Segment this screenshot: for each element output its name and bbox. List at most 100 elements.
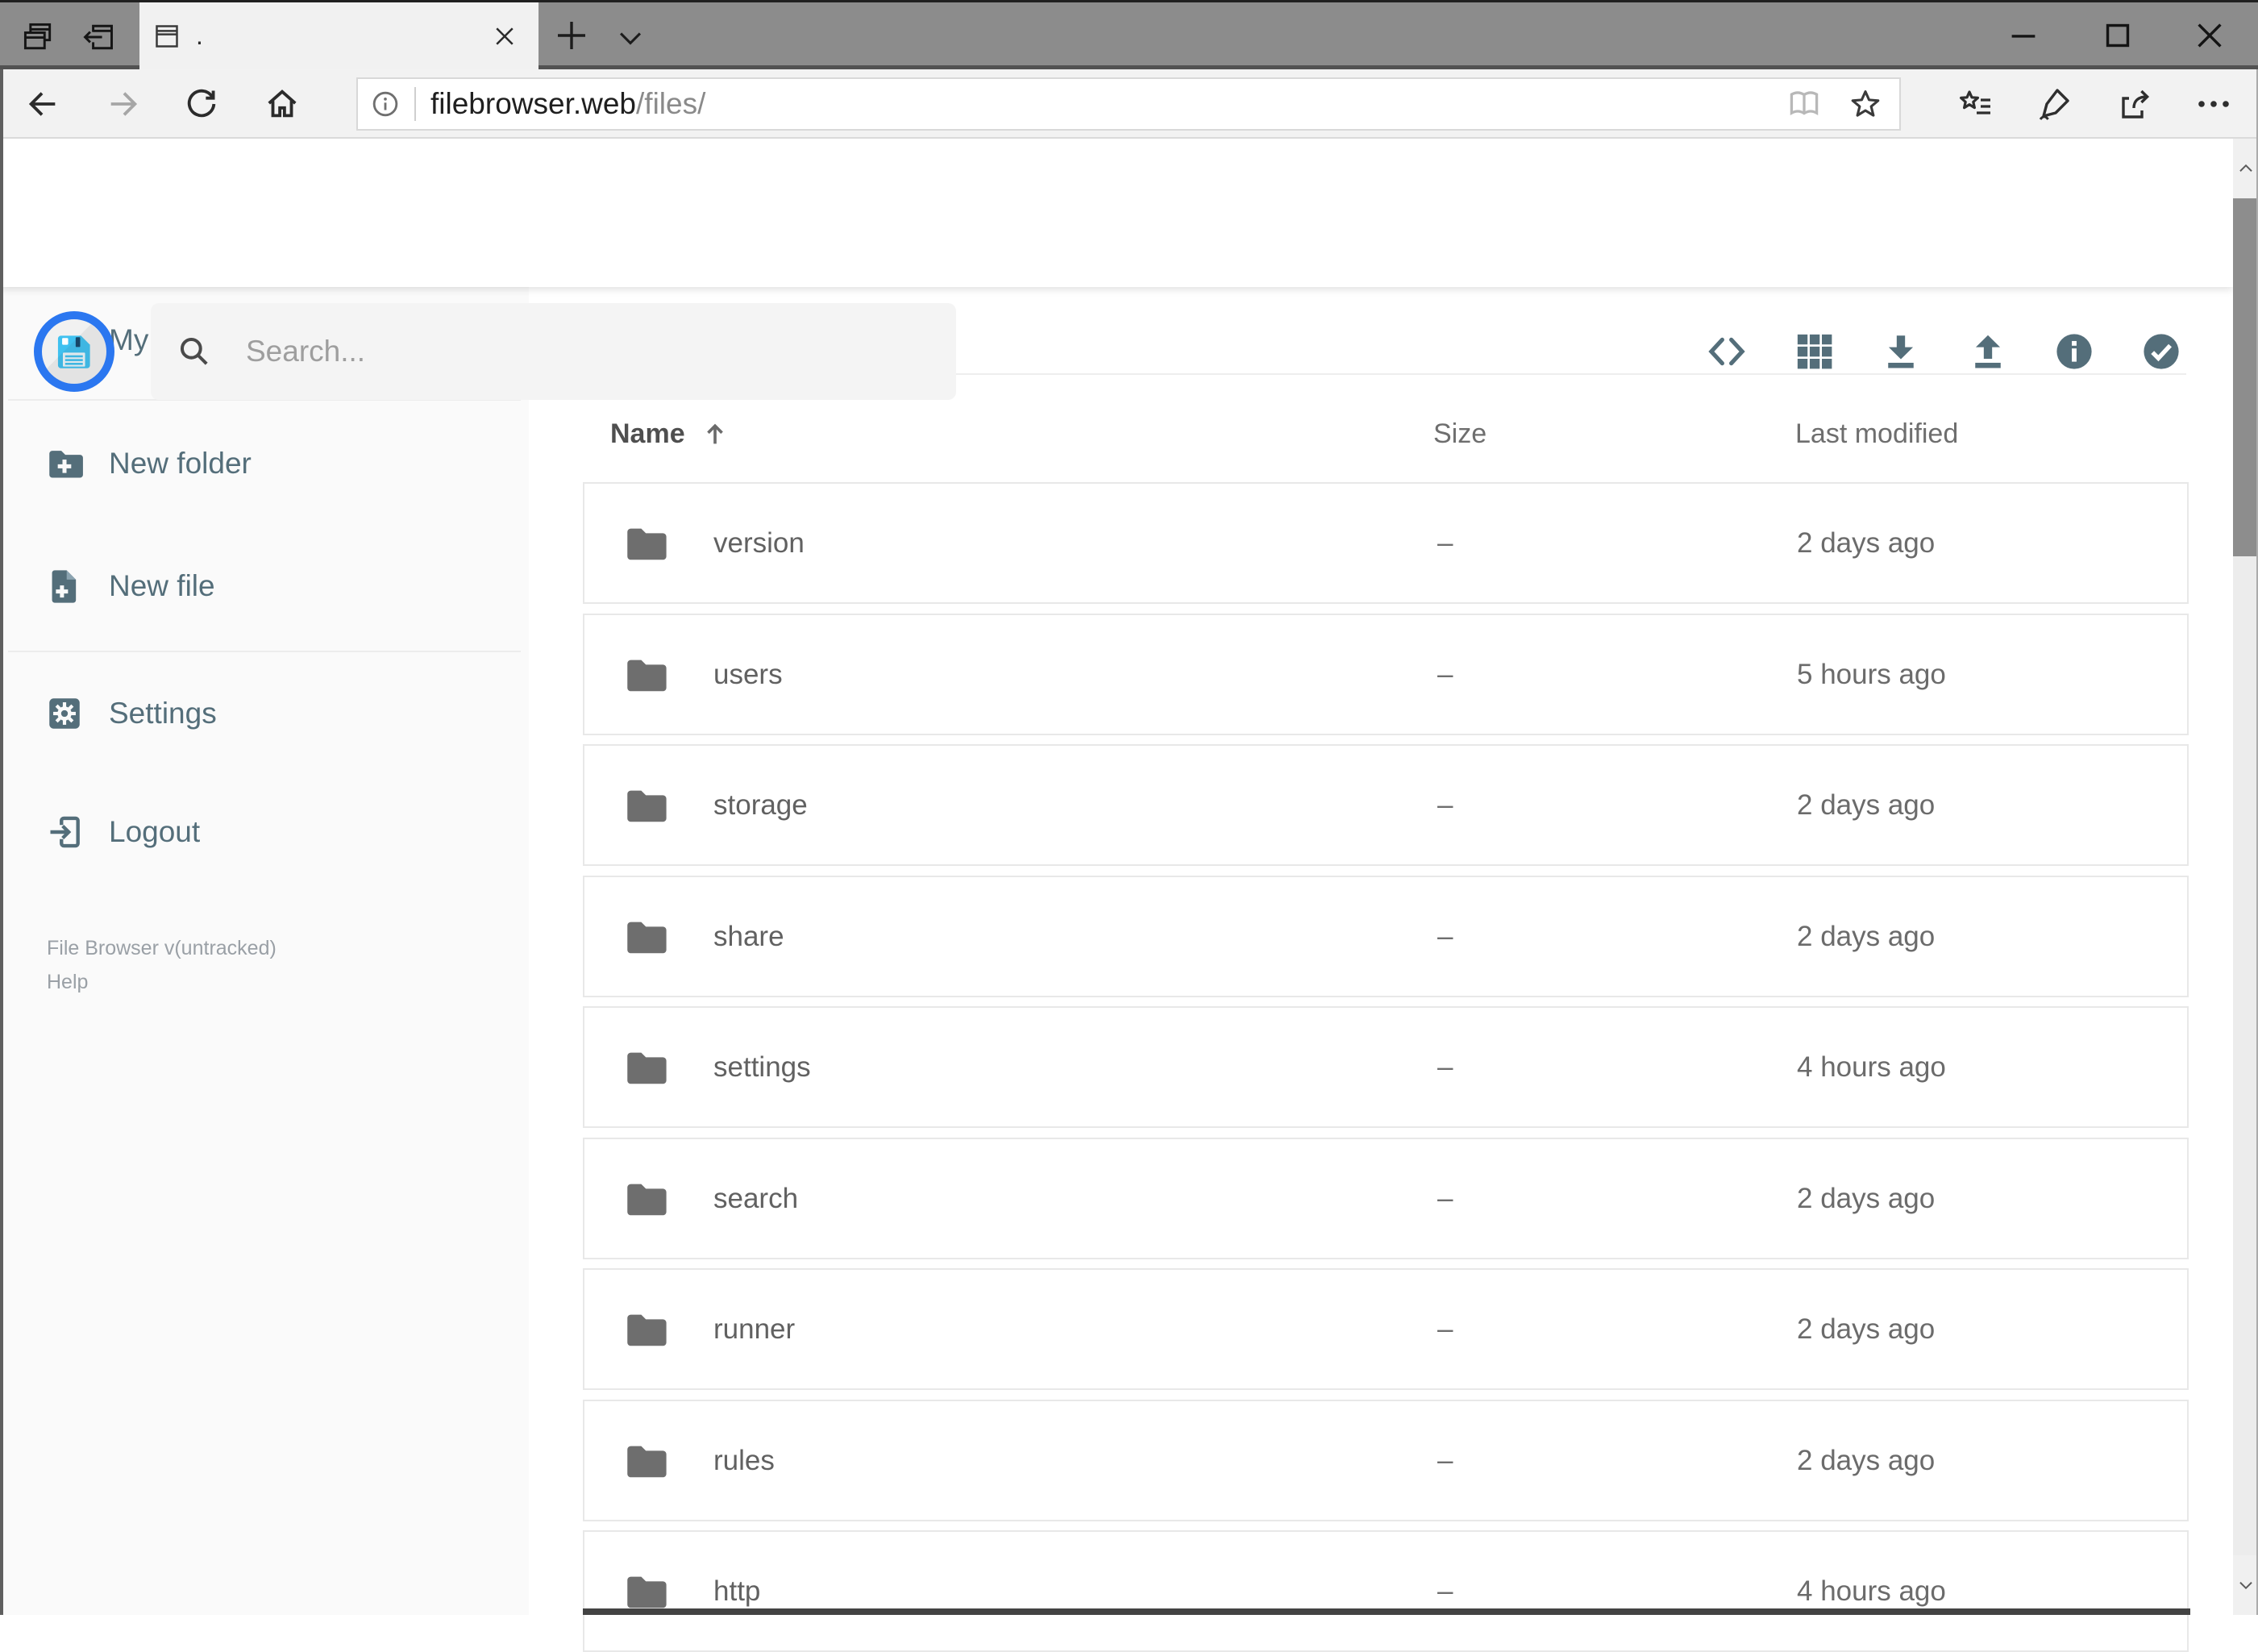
search-input[interactable] [151, 303, 956, 400]
home-icon[interactable] [264, 85, 301, 123]
table-row[interactable]: users – 5 hours ago [583, 614, 2189, 735]
help-link[interactable]: Help [47, 971, 88, 994]
app-version-text: File Browser v(untracked) [47, 937, 277, 959]
folder-icon [618, 651, 672, 698]
hub-favorites-icon[interactable] [1957, 85, 1995, 123]
file-size: – [1437, 526, 1453, 559]
favorite-star-icon[interactable] [1848, 86, 1883, 122]
back-icon[interactable] [24, 85, 61, 123]
more-options-icon[interactable] [2194, 85, 2233, 123]
table-row[interactable]: version – 2 days ago [583, 482, 2189, 604]
column-name-label: Name [610, 418, 685, 449]
folder-icon [618, 1176, 672, 1222]
bottom-edge-strip [583, 1608, 2190, 1615]
tab-preview-icon[interactable] [20, 19, 56, 55]
file-name: share [713, 920, 784, 952]
table-row[interactable]: rules – 2 days ago [583, 1400, 2189, 1521]
table-row[interactable]: share – 2 days ago [583, 876, 2189, 997]
window-minimize-button[interactable] [2005, 17, 2042, 54]
file-name: http [713, 1575, 761, 1607]
raw-code-icon[interactable] [1705, 330, 1749, 373]
grid-view-icon[interactable] [1793, 330, 1836, 373]
table-row[interactable]: settings – 4 hours ago [583, 1006, 2189, 1128]
table-row[interactable]: http – 4 hours ago [583, 1530, 2189, 1652]
file-modified: 2 days ago [1797, 1182, 1936, 1214]
floppy-disk-icon [57, 335, 90, 368]
url-text: filebrowser.web/files/ [430, 87, 705, 121]
file-modified: 4 hours ago [1797, 1051, 1946, 1083]
file-modified: 2 days ago [1797, 1313, 1936, 1345]
reading-view-icon[interactable] [1786, 86, 1822, 122]
app-header [0, 139, 2233, 400]
folder-icon [618, 1438, 672, 1484]
sidebar: My files New folder New file Settings Lo… [0, 287, 529, 1615]
refresh-icon[interactable] [183, 85, 220, 123]
file-name: users [713, 658, 783, 690]
folder-icon [618, 1044, 672, 1091]
folder-icon [618, 1568, 672, 1615]
sidebar-item-new-file[interactable]: New file [0, 556, 529, 616]
file-size: – [1437, 1051, 1453, 1083]
table-row[interactable]: runner – 2 days ago [583, 1268, 2189, 1390]
url-host: filebrowser.web [430, 87, 637, 120]
file-size: – [1437, 1182, 1453, 1214]
search-icon [177, 334, 212, 369]
tabs-set-aside-icon[interactable] [81, 19, 116, 55]
file-modified: 2 days ago [1797, 789, 1936, 821]
file-modified: 5 hours ago [1797, 658, 1946, 690]
download-icon[interactable] [1879, 330, 1923, 373]
table-row[interactable]: search – 2 days ago [583, 1138, 2189, 1259]
folder-icon [618, 913, 672, 960]
logout-icon [50, 816, 80, 848]
filebrowser-logo[interactable] [34, 311, 114, 392]
window-maximize-button[interactable] [2099, 17, 2136, 54]
sidebar-item-label: New file [109, 569, 215, 602]
web-note-pen-icon[interactable] [2035, 85, 2073, 123]
create-folder-icon [49, 451, 83, 478]
select-check-icon[interactable] [2139, 330, 2183, 373]
file-size: – [1437, 1444, 1453, 1476]
address-separator [414, 87, 416, 121]
file-modified: 2 days ago [1797, 526, 1936, 559]
forward-icon[interactable] [105, 85, 142, 123]
column-header-modified[interactable]: Last modified [1795, 418, 1958, 450]
file-size: – [1437, 920, 1453, 952]
file-modified: 4 hours ago [1797, 1575, 1946, 1607]
folder-icon [618, 520, 672, 567]
scroll-down-icon[interactable] [2233, 1555, 2258, 1615]
sidebar-item-settings[interactable]: Settings [0, 684, 529, 743]
sidebar-item-label: Settings [109, 697, 217, 730]
page-favicon-icon [151, 20, 183, 52]
share-icon[interactable] [2115, 85, 2154, 123]
window-close-button[interactable] [2191, 17, 2228, 54]
upload-icon[interactable] [1966, 330, 2010, 373]
scrollbar-thumb[interactable] [2233, 198, 2258, 556]
page-scrollbar[interactable] [2233, 139, 2258, 1615]
column-header-size[interactable]: Size [1433, 418, 1487, 450]
file-name: runner [713, 1313, 796, 1345]
browser-tab[interactable]: . [139, 2, 539, 69]
folder-icon [618, 1306, 672, 1353]
scroll-up-icon[interactable] [2233, 139, 2258, 198]
address-bar[interactable]: filebrowser.web/files/ [356, 77, 1901, 131]
browser-titlebar: . [0, 0, 2258, 69]
site-info-icon[interactable] [369, 88, 401, 120]
new-tab-button[interactable] [552, 16, 591, 55]
sort-ascending-icon [706, 423, 723, 443]
file-name: version [713, 526, 805, 559]
file-modified: 2 days ago [1797, 920, 1936, 952]
tab-list-chevron-icon[interactable] [613, 20, 648, 56]
file-name: settings [713, 1051, 811, 1083]
table-row[interactable]: storage – 2 days ago [583, 744, 2189, 866]
file-size: – [1437, 1575, 1453, 1607]
file-name: rules [713, 1444, 775, 1476]
tab-close-icon[interactable] [490, 22, 519, 51]
sidebar-item-logout[interactable]: Logout [0, 802, 529, 862]
file-size: – [1437, 1313, 1453, 1345]
tab-title: . [196, 21, 203, 50]
info-icon[interactable] [2052, 330, 2096, 373]
sidebar-item-new-folder[interactable]: New folder [0, 434, 529, 493]
sidebar-divider [8, 651, 521, 652]
column-header-name[interactable]: Name [610, 418, 730, 450]
sidebar-item-label: Logout [109, 815, 201, 848]
